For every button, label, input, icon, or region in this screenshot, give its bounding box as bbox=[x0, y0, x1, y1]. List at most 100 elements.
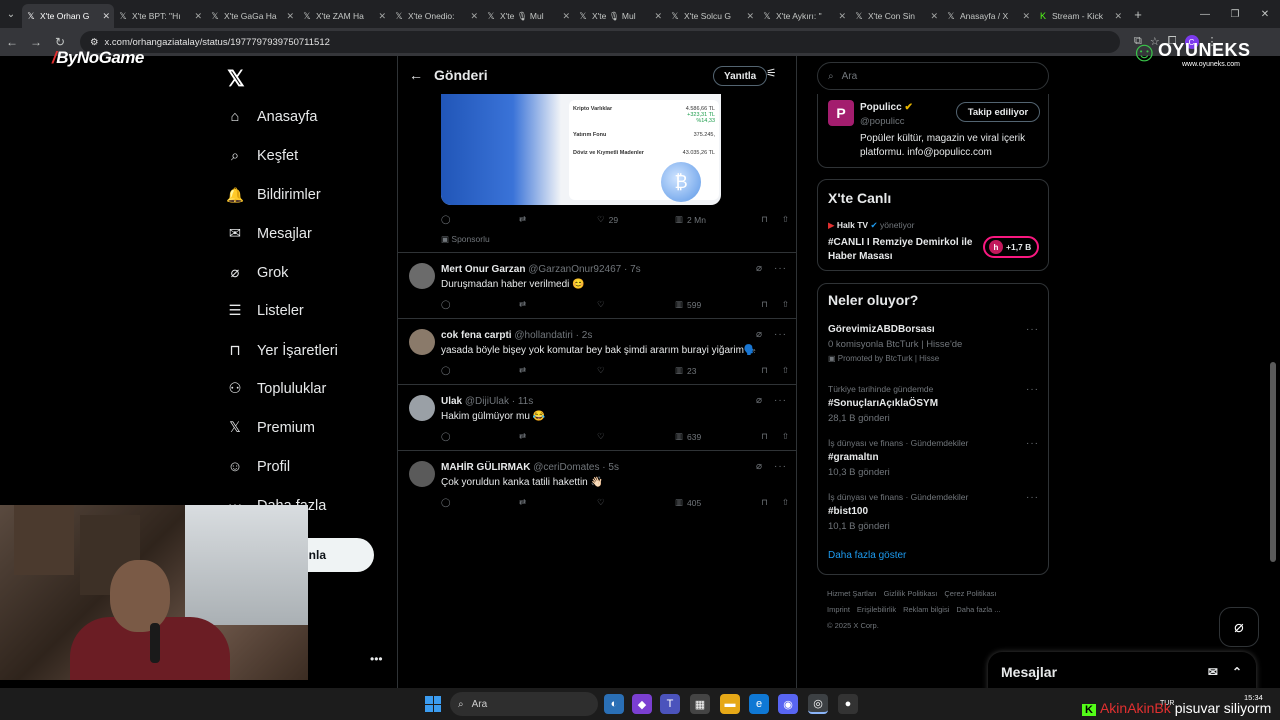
views-icon[interactable]: ▥ 599 bbox=[675, 299, 753, 310]
nav-item-bookmarks[interactable]: ⊓ Yer İşaretleri bbox=[225, 338, 338, 364]
reply-icon[interactable]: ◯ bbox=[441, 365, 519, 376]
more-options-icon[interactable]: ··· bbox=[774, 263, 787, 274]
grok-icon[interactable]: ⌀ bbox=[756, 263, 762, 274]
browser-tab[interactable]: 𝕏 X'te Orhan G ✕ bbox=[22, 4, 114, 28]
browser-tab[interactable]: 𝕏 X'te Aykırı: " ✕ bbox=[758, 4, 850, 28]
avatar[interactable] bbox=[409, 263, 435, 289]
ad-image[interactable]: Kripto Varlıklar 4.586,66 TL +323,31 TL … bbox=[441, 94, 721, 205]
like-icon[interactable]: ♡ 29 bbox=[597, 214, 675, 225]
close-window-icon[interactable]: ✕ bbox=[1250, 9, 1280, 20]
grok-icon[interactable]: ⌀ bbox=[756, 461, 762, 472]
bookmark-icon[interactable]: ⊓ bbox=[761, 214, 768, 225]
reply-icon[interactable]: ◯ bbox=[441, 497, 519, 508]
tab-close-icon[interactable]: ✕ bbox=[562, 11, 570, 22]
teams-icon[interactable]: T bbox=[660, 694, 680, 714]
reply-icon[interactable]: ◯ bbox=[441, 431, 519, 442]
trend-more-icon[interactable]: ··· bbox=[1026, 492, 1039, 503]
nav-item-explore[interactable]: ⌕ Keşfet bbox=[225, 143, 298, 169]
url-field[interactable]: ⚙ x.com/orhangaziatalay/status/197779793… bbox=[80, 31, 1120, 53]
reload-icon[interactable]: ↻ bbox=[48, 35, 72, 49]
more-options-icon[interactable]: ··· bbox=[774, 329, 787, 340]
reply-settings-icon[interactable]: ⚟ bbox=[766, 66, 777, 80]
repost-icon[interactable]: ⇄ bbox=[519, 214, 597, 225]
footer-link[interactable]: Imprint bbox=[827, 605, 850, 614]
views-icon[interactable]: ▥ 405 bbox=[675, 497, 753, 508]
author-name[interactable]: MAHİR GÜLIRMAK bbox=[441, 462, 530, 473]
copilot-icon[interactable]: ◆ bbox=[632, 694, 652, 714]
reply-icon[interactable]: ◯ bbox=[441, 214, 519, 225]
author-handle[interactable]: @DijiUlak · 11s bbox=[465, 396, 533, 407]
messages-drawer[interactable]: Mesajlar ✉ ⌃ bbox=[988, 652, 1256, 692]
nav-item-profile[interactable]: ☺ Profil bbox=[225, 454, 290, 480]
nav-item-premium[interactable]: 𝕏 Premium bbox=[225, 415, 315, 441]
like-icon[interactable]: ♡ bbox=[597, 299, 675, 310]
grok-icon[interactable]: ⌀ bbox=[756, 395, 762, 406]
show-more-link[interactable]: Daha fazla göster bbox=[828, 550, 906, 561]
trend-more-icon[interactable]: ··· bbox=[1026, 438, 1039, 449]
live-host[interactable]: ▶ Halk TV ✔ yönetiyor bbox=[828, 220, 914, 231]
taskbar-search[interactable]: ⌕ Ara bbox=[450, 692, 598, 716]
trend-more-icon[interactable]: ··· bbox=[1026, 324, 1039, 335]
nav-item-communities[interactable]: ⚇ Topluluklar bbox=[225, 376, 327, 402]
tab-close-icon[interactable]: ✕ bbox=[930, 11, 938, 22]
populicc-card[interactable]: P Populicc ✔ @populicc Popüler kültür, m… bbox=[817, 94, 1049, 168]
footer-link[interactable]: Erişilebilirlik bbox=[857, 605, 896, 614]
more-options-icon[interactable]: ··· bbox=[774, 395, 787, 406]
explorer-icon[interactable]: ▬ bbox=[720, 694, 740, 714]
account-more-icon[interactable]: ••• bbox=[370, 652, 383, 666]
bookmark-icon[interactable]: ⊓ bbox=[761, 497, 768, 508]
more-options-icon[interactable]: ··· bbox=[774, 461, 787, 472]
browser-tab[interactable]: 𝕏 X'te BPT: "Hı ✕ bbox=[114, 4, 206, 28]
reply-tweet[interactable]: Ulak @DijiUlak · 11s ⌀ ··· Hakim gülmüyor m… bbox=[398, 384, 796, 450]
reply-tweet[interactable]: Mert Onur Garzan @GarzanOnur92467 · 7s ⌀ ·… bbox=[398, 252, 796, 318]
x-logo-icon[interactable]: 𝕏 bbox=[227, 66, 245, 92]
author-handle[interactable]: @ceriDomates · 5s bbox=[533, 462, 619, 473]
page-scrollbar[interactable] bbox=[1270, 362, 1276, 562]
tab-close-icon[interactable]: ✕ bbox=[654, 11, 662, 22]
populicc-avatar[interactable]: P bbox=[828, 100, 854, 126]
avatar[interactable] bbox=[409, 395, 435, 421]
bookmark-icon[interactable]: ⊓ bbox=[761, 365, 768, 376]
views-icon[interactable]: ▥ 639 bbox=[675, 431, 753, 442]
author-handle[interactable]: @GarzanOnur92467 · 7s bbox=[528, 264, 640, 275]
browser-tab[interactable]: 𝕏 X'te Solcu G ✕ bbox=[666, 4, 758, 28]
tab-close-icon[interactable]: ✕ bbox=[378, 11, 386, 22]
views-icon[interactable]: ▥ 2 Mn bbox=[675, 214, 753, 225]
share-icon[interactable]: ⇧ bbox=[782, 299, 789, 310]
browser-tab[interactable]: 𝕏 X'te Con Sin ✕ bbox=[850, 4, 942, 28]
nav-item-lists[interactable]: ☰ Listeler bbox=[225, 298, 304, 324]
nav-item-messages[interactable]: ✉ Mesajlar bbox=[225, 221, 312, 247]
footer-link[interactable]: Gizlilik Politikası bbox=[884, 589, 938, 598]
grok-icon[interactable]: ⌀ bbox=[756, 329, 762, 340]
reply-button[interactable]: Yanıtla bbox=[713, 66, 768, 86]
following-button[interactable]: Takip ediliyor bbox=[956, 102, 1040, 122]
footer-link[interactable]: Reklam bilgisi bbox=[903, 605, 949, 614]
obs-icon[interactable]: ● bbox=[838, 694, 858, 714]
tab-close-icon[interactable]: ✕ bbox=[838, 11, 846, 22]
reply-tweet[interactable]: cok fena carpti @hollandatiri · 2s ⌀ ··· ya… bbox=[398, 318, 796, 384]
discord-icon[interactable]: ◉ bbox=[778, 694, 798, 714]
minimize-icon[interactable]: — bbox=[1190, 9, 1220, 20]
bookmark-icon[interactable]: ⊓ bbox=[761, 299, 768, 310]
tab-close-icon[interactable]: ✕ bbox=[102, 11, 110, 22]
live-text[interactable]: #CANLI I Remziye Demirkol ile Haber Masa… bbox=[828, 236, 978, 264]
expand-icon[interactable]: ⌃ bbox=[1232, 665, 1242, 679]
new-message-icon[interactable]: ✉ bbox=[1208, 665, 1218, 679]
search-input[interactable]: ⌕ Ara bbox=[817, 62, 1049, 90]
nav-item-home[interactable]: ⌂ Anasayfa bbox=[225, 104, 318, 130]
tab-close-icon[interactable]: ✕ bbox=[470, 11, 478, 22]
repost-icon[interactable]: ⇄ bbox=[519, 431, 597, 442]
maximize-icon[interactable]: ❐ bbox=[1220, 9, 1250, 20]
author-name[interactable]: Ulak bbox=[441, 396, 462, 407]
like-icon[interactable]: ♡ bbox=[597, 431, 675, 442]
browser-tab[interactable]: 𝕏 X'te Onedio: ✕ bbox=[390, 4, 482, 28]
site-info-icon[interactable]: ⚙ bbox=[90, 37, 99, 48]
back-arrow-icon[interactable]: ← bbox=[398, 67, 434, 83]
browser-tab[interactable]: K Stream - Kick ✕ bbox=[1034, 4, 1126, 28]
forward-nav-icon[interactable]: → bbox=[24, 35, 48, 49]
tab-close-icon[interactable]: ✕ bbox=[286, 11, 294, 22]
share-icon[interactable]: ⇧ bbox=[782, 214, 789, 225]
repost-icon[interactable]: ⇄ bbox=[519, 365, 597, 376]
tab-close-icon[interactable]: ✕ bbox=[1114, 11, 1122, 22]
views-icon[interactable]: ▥ 23 bbox=[675, 365, 753, 376]
